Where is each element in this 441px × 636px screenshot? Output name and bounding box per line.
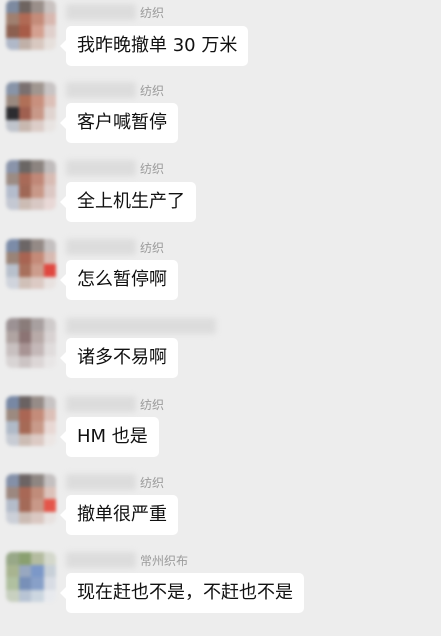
sender-name-text: 纺织 bbox=[140, 161, 165, 176]
sender-name-text: 纺织 bbox=[140, 475, 165, 490]
sender-name-text: 常州织布 bbox=[140, 553, 189, 568]
message-bubble[interactable]: 客户喊暂停 bbox=[60, 103, 178, 143]
avatar[interactable] bbox=[6, 0, 56, 50]
sender-name-text: 纺织 bbox=[140, 397, 165, 412]
message-bubble[interactable]: 我昨晚撤单 30 万米 bbox=[59, 26, 249, 66]
sender-name-redacted bbox=[66, 396, 136, 412]
sender-name-redacted bbox=[66, 474, 136, 490]
message-bubble[interactable]: 现在赶也不是，不赶也不是 bbox=[60, 573, 304, 613]
sender-name: 纺织 bbox=[66, 396, 164, 412]
message-bubble[interactable]: 诸多不易啊 bbox=[60, 338, 178, 378]
avatar[interactable] bbox=[6, 552, 56, 602]
sender-name-redacted bbox=[66, 552, 136, 568]
sender-name-text: 纺织 bbox=[140, 83, 165, 98]
sender-name-redacted bbox=[66, 318, 216, 334]
avatar[interactable] bbox=[6, 474, 56, 524]
avatar[interactable] bbox=[6, 82, 56, 132]
sender-name: 常州织布 bbox=[66, 552, 188, 568]
sender-name-redacted bbox=[66, 160, 136, 176]
sender-name-redacted bbox=[66, 239, 136, 255]
sender-name-redacted bbox=[66, 82, 136, 98]
sender-name: 纺织 bbox=[66, 474, 164, 490]
avatar[interactable] bbox=[6, 396, 56, 446]
message-bubble[interactable]: 怎么暂停啊 bbox=[60, 260, 178, 300]
sender-name: 纺织 bbox=[66, 239, 164, 255]
sender-name bbox=[66, 318, 220, 334]
sender-name-text: 纺织 bbox=[140, 240, 165, 255]
sender-name: 纺织 bbox=[66, 160, 164, 176]
sender-name-redacted bbox=[66, 4, 136, 20]
avatar[interactable] bbox=[6, 318, 56, 368]
avatar[interactable] bbox=[6, 239, 56, 289]
avatar[interactable] bbox=[6, 160, 56, 210]
message-bubble[interactable]: HM 也是 bbox=[60, 417, 159, 457]
message-bubble[interactable]: 全上机生产了 bbox=[60, 182, 196, 222]
sender-name: 纺织 bbox=[66, 82, 164, 98]
sender-name-text: 纺织 bbox=[140, 5, 165, 20]
sender-name: 纺织 bbox=[66, 4, 164, 20]
message-bubble[interactable]: 撤单很严重 bbox=[60, 495, 178, 535]
